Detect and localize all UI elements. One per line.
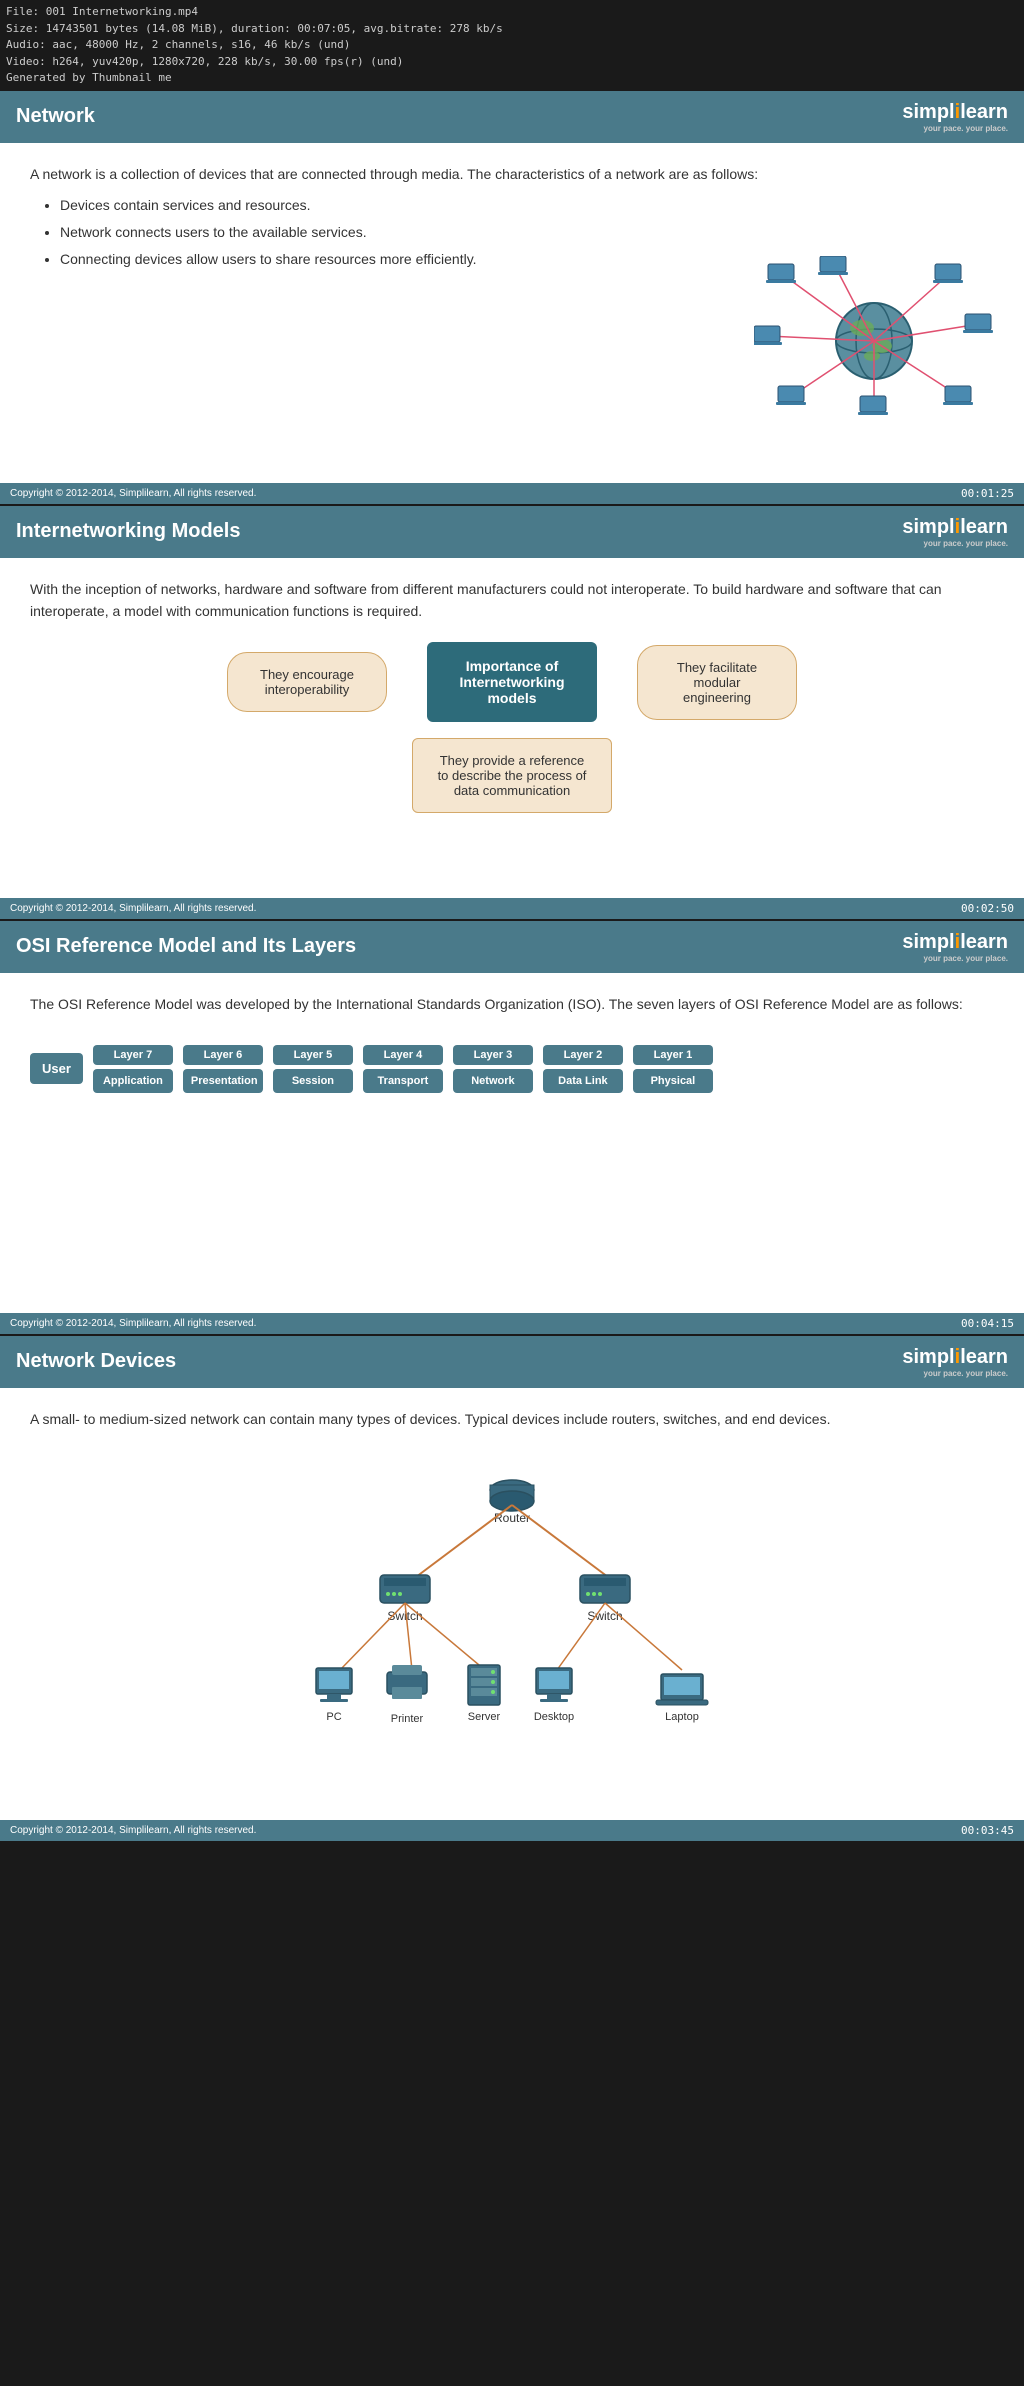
pc-icon: PC	[316, 1668, 352, 1723]
osi-user-label: User	[30, 1053, 83, 1084]
layer-6-num: Layer 6	[183, 1045, 263, 1065]
svg-text:PC: PC	[326, 1711, 341, 1723]
svg-text:Desktop: Desktop	[534, 1711, 574, 1723]
layer-5-group: Layer 5 Session	[273, 1045, 353, 1093]
slide1-header: Network simplilearn your pace. your plac…	[0, 91, 1024, 143]
importance-top-row: They encourage interoperability Importan…	[30, 642, 994, 722]
laptop-icon: Laptop	[656, 1674, 708, 1723]
slide-network-devices: Network Devices simplilearn your pace. y…	[0, 1336, 1024, 1841]
layer-1-group: Layer 1 Physical	[633, 1045, 713, 1093]
router-group: Router	[490, 1480, 534, 1525]
switch-left-group: Switch	[380, 1575, 430, 1623]
layer-7-name: Application	[93, 1069, 173, 1093]
slide2-footer: Copyright © 2012-2014, Simplilearn, All …	[0, 898, 1024, 919]
layer-7-group: Layer 7 Application	[93, 1045, 173, 1093]
importance-box2: They facilitate modular engineering	[637, 645, 797, 720]
slide3-intro: The OSI Reference Model was developed by…	[30, 993, 994, 1015]
bullet-1: Devices contain services and resources.	[60, 195, 994, 216]
slide-osi: OSI Reference Model and Its Layers simpl…	[0, 921, 1024, 1334]
slide1-timestamp: 00:01:25	[961, 487, 1014, 500]
layer-4-group: Layer 4 Transport	[363, 1045, 443, 1093]
slide1-layout: A network is a collection of devices tha…	[30, 163, 994, 426]
slide-internetworking: Internetworking Models simplilearn your …	[0, 506, 1024, 919]
slide2-header: Internetworking Models simplilearn your …	[0, 506, 1024, 558]
layer-1-num: Layer 1	[633, 1045, 713, 1065]
layer-3-num: Layer 3	[453, 1045, 533, 1065]
file-info-bar: File: 001 Internetworking.mp4 Size: 1474…	[0, 0, 1024, 91]
slide1-copyright: Copyright © 2012-2014, Simplilearn, All …	[10, 488, 256, 499]
importance-center: Importance of Internetworking models	[427, 642, 597, 722]
slide1-intro: A network is a collection of devices tha…	[30, 163, 994, 185]
slide4-logo: simplilearn your pace. your place.	[902, 1346, 1008, 1378]
file-info-line2: Size: 14743501 bytes (14.08 MiB), durati…	[6, 21, 1018, 38]
slide1-logo: simplilearn your pace. your place.	[902, 101, 1008, 133]
slide4-intro: A small- to medium-sized network can con…	[30, 1408, 994, 1430]
layer-2-num: Layer 2	[543, 1045, 623, 1065]
slide1-footer: Copyright © 2012-2014, Simplilearn, All …	[0, 483, 1024, 504]
slide4-header: Network Devices simplilearn your pace. y…	[0, 1336, 1024, 1388]
layer-3-name: Network	[453, 1069, 533, 1093]
slide2-intro: With the inception of networks, hardware…	[30, 578, 994, 623]
file-info-line5: Generated by Thumbnail me	[6, 70, 1018, 87]
network-devices-diagram: Router Switch	[30, 1450, 994, 1790]
layer-6-name: Presentation	[183, 1069, 263, 1093]
layer-2-name: Data Link	[543, 1069, 623, 1093]
svg-text:Laptop: Laptop	[665, 1711, 699, 1723]
slide3-timestamp: 00:04:15	[961, 1317, 1014, 1330]
slide3-title: OSI Reference Model and Its Layers	[16, 935, 356, 958]
importance-box3: They provide a reference to describe the…	[412, 738, 612, 813]
file-info-line3: Audio: aac, 48000 Hz, 2 channels, s16, 4…	[6, 37, 1018, 54]
file-info-line4: Video: h264, yuv420p, 1280x720, 228 kb/s…	[6, 54, 1018, 71]
slide4-copyright: Copyright © 2012-2014, Simplilearn, All …	[10, 1825, 256, 1836]
slide2-title: Internetworking Models	[16, 520, 240, 543]
layer-1-name: Physical	[633, 1069, 713, 1093]
layer-3-group: Layer 3 Network	[453, 1045, 533, 1093]
bullet-2: Network connects users to the available …	[60, 222, 994, 243]
layer-2-group: Layer 2 Data Link	[543, 1045, 623, 1093]
layer-5-num: Layer 5	[273, 1045, 353, 1065]
slide2-timestamp: 00:02:50	[961, 902, 1014, 915]
slide2-logo: simplilearn your pace. your place.	[902, 516, 1008, 548]
slide-network: Network simplilearn your pace. your plac…	[0, 91, 1024, 504]
printer-icon: Printer	[387, 1665, 427, 1725]
layer-6-group: Layer 6 Presentation	[183, 1045, 263, 1093]
devices-svg: Router Switch	[272, 1450, 752, 1790]
layer-7-num: Layer 7	[93, 1045, 173, 1065]
svg-text:Server: Server	[468, 1711, 501, 1723]
slide4-timestamp: 00:03:45	[961, 1824, 1014, 1837]
slide3-copyright: Copyright © 2012-2014, Simplilearn, All …	[10, 1318, 256, 1329]
slide3-header: OSI Reference Model and Its Layers simpl…	[0, 921, 1024, 973]
osi-layers-container: User Layer 7 Application Layer 6 Present…	[30, 1035, 994, 1103]
desktop-icon: Desktop	[534, 1668, 574, 1723]
slide3-logo: simplilearn your pace. your place.	[902, 931, 1008, 963]
layer-4-name: Transport	[363, 1069, 443, 1093]
slide1-title: Network	[16, 105, 95, 128]
slide3-footer: Copyright © 2012-2014, Simplilearn, All …	[0, 1313, 1024, 1334]
network-globe-diagram	[30, 256, 994, 426]
slide4-title: Network Devices	[16, 1350, 176, 1373]
globe-svg	[754, 256, 994, 426]
importance-box1: They encourage interoperability	[227, 652, 387, 712]
file-info-line1: File: 001 Internetworking.mp4	[6, 4, 1018, 21]
slide1-content: A network is a collection of devices tha…	[0, 143, 1024, 483]
slide4-content: A small- to medium-sized network can con…	[0, 1388, 1024, 1820]
slide2-copyright: Copyright © 2012-2014, Simplilearn, All …	[10, 903, 256, 914]
slide2-content: With the inception of networks, hardware…	[0, 558, 1024, 898]
svg-text:Printer: Printer	[391, 1713, 424, 1725]
svg-text:Router: Router	[494, 1511, 530, 1525]
slide4-footer: Copyright © 2012-2014, Simplilearn, All …	[0, 1820, 1024, 1841]
server-icon: Server	[468, 1665, 501, 1723]
layer-4-num: Layer 4	[363, 1045, 443, 1065]
slide3-content: The OSI Reference Model was developed by…	[0, 973, 1024, 1313]
importance-diagram: They encourage interoperability Importan…	[30, 642, 994, 813]
switch-right-group: Switch	[580, 1575, 630, 1623]
layer-5-name: Session	[273, 1069, 353, 1093]
